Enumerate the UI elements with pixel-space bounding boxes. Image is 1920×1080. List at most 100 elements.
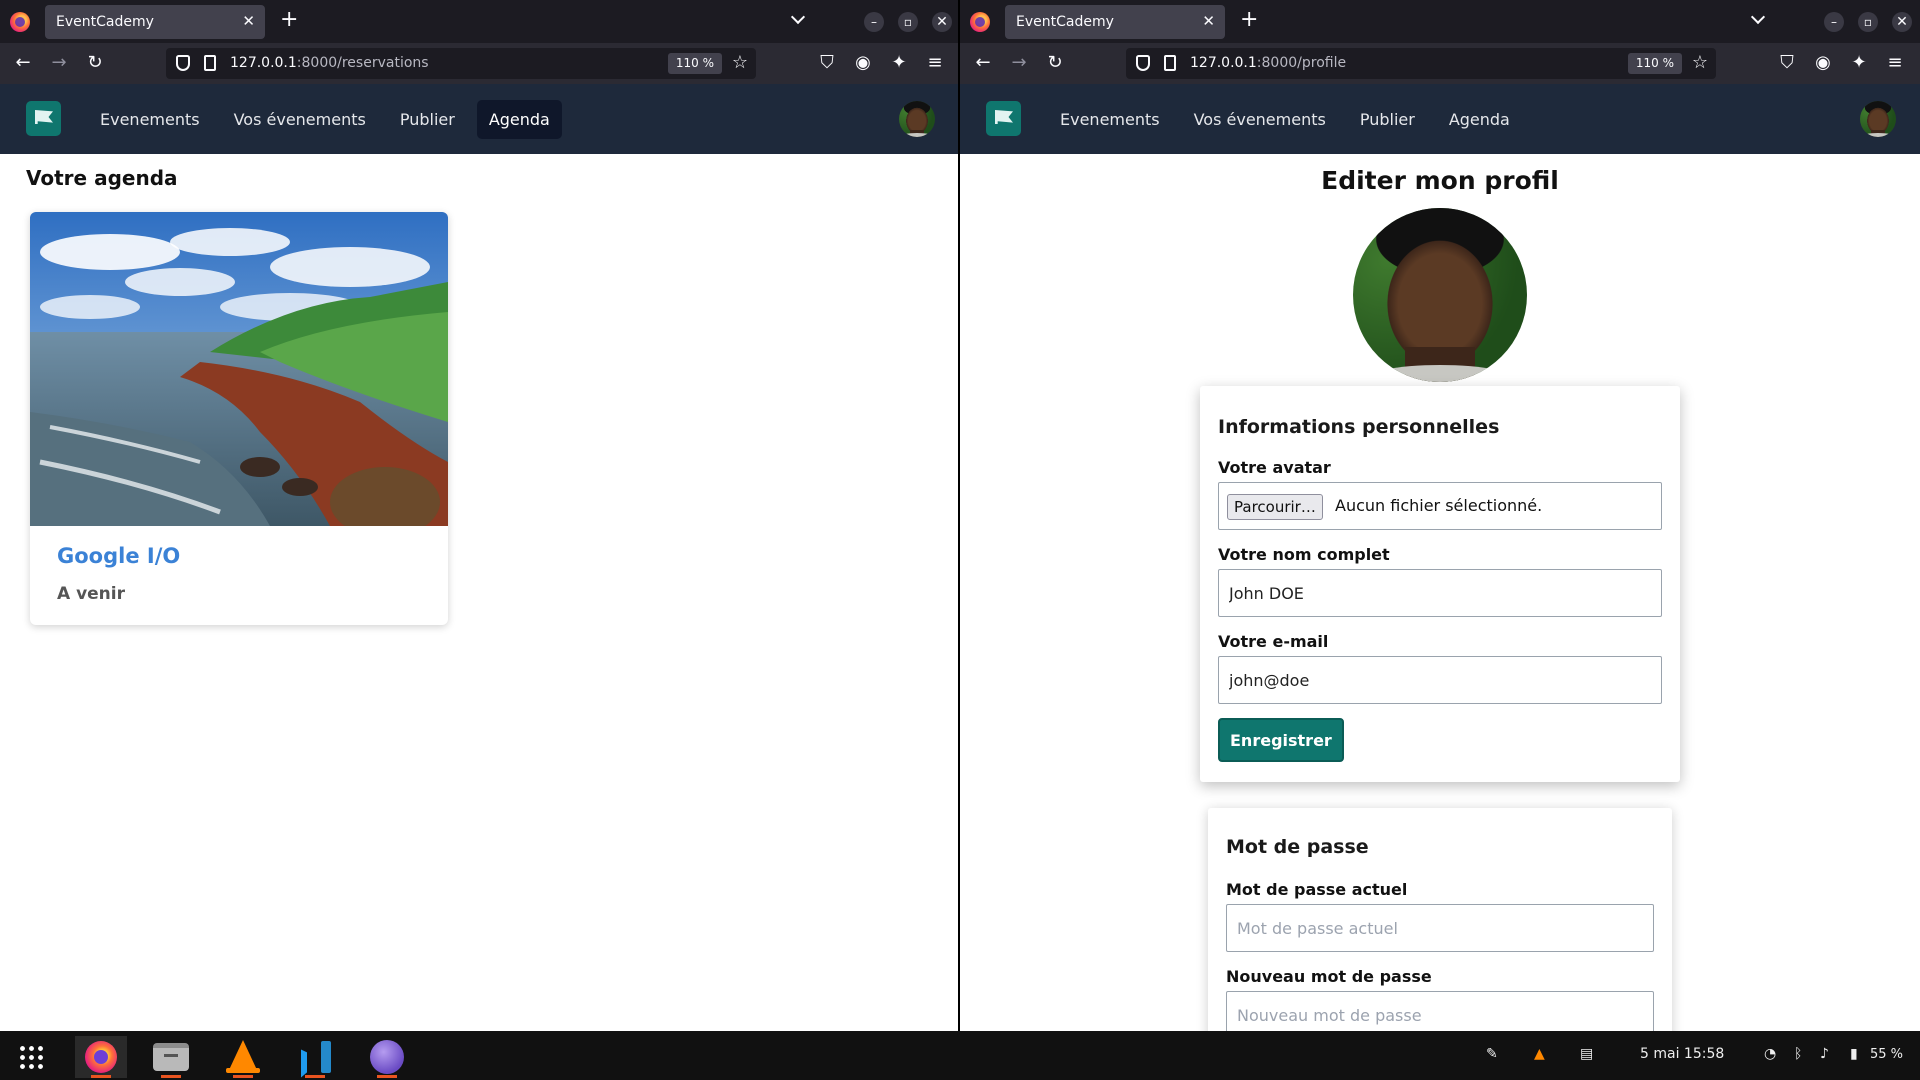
browser-tab[interactable]: EventCademy ✕ bbox=[1005, 5, 1225, 39]
nav-link-agenda[interactable]: Agenda bbox=[1437, 100, 1522, 139]
event-title-link[interactable]: Google I/O bbox=[57, 544, 180, 568]
browser-tab[interactable]: EventCademy ✕ bbox=[45, 5, 265, 39]
pocket-icon[interactable]: ⛉ bbox=[816, 52, 838, 74]
back-icon[interactable]: ← bbox=[12, 52, 34, 74]
new-password-field[interactable] bbox=[1226, 991, 1654, 1031]
menu-icon[interactable]: ≡ bbox=[1884, 52, 1906, 74]
bookmark-star-icon[interactable]: ☆ bbox=[732, 52, 748, 73]
url-path: :8000/reservations bbox=[296, 55, 429, 71]
dock-vscode[interactable] bbox=[289, 1036, 341, 1078]
brand-logo[interactable] bbox=[26, 101, 61, 136]
password-card: Mot de passe Mot de passe actuel Nouveau… bbox=[1208, 808, 1672, 1031]
close-tab-icon[interactable]: ✕ bbox=[1202, 12, 1215, 30]
page-icon[interactable] bbox=[204, 55, 216, 71]
nav-link-vos-evenements[interactable]: Vos évenements bbox=[1182, 100, 1338, 139]
close-window-icon[interactable]: ✕ bbox=[932, 12, 952, 32]
url-bar[interactable]: 127.0.0.1:8000/reservations 110 % ☆ bbox=[166, 48, 756, 79]
maximize-icon[interactable]: ▫ bbox=[898, 12, 918, 32]
left-browser-window: EventCademy ✕ + – ▫ ✕ ← → ↻ 127.0.0.1:80… bbox=[0, 0, 959, 1031]
email-label: Votre e-mail bbox=[1218, 632, 1329, 651]
reload-icon[interactable]: ↻ bbox=[84, 52, 106, 74]
account-icon[interactable]: ◉ bbox=[1812, 52, 1834, 74]
nav-links: Evenements Vos évenements Publier Agenda bbox=[1048, 100, 1522, 139]
site-navbar: Evenements Vos évenements Publier Agenda bbox=[960, 84, 1920, 154]
extensions-icon[interactable]: ✦ bbox=[1848, 52, 1870, 74]
taskbar: ✎ ▲ ▤ 5 mai 15:58 ◔ ᛒ ♪ ▮ 55 % bbox=[0, 1031, 1920, 1080]
wifi-icon[interactable]: ◔ bbox=[1764, 1046, 1776, 1062]
vscode-icon bbox=[301, 1041, 331, 1073]
clock[interactable]: 5 mai 15:58 bbox=[1640, 1046, 1724, 1062]
shield-icon[interactable] bbox=[176, 55, 190, 71]
reload-icon[interactable]: ↻ bbox=[1044, 52, 1066, 74]
url-bar[interactable]: 127.0.0.1:8000/profile 110 % ☆ bbox=[1126, 48, 1716, 79]
url-host: 127.0.0.1 bbox=[230, 55, 297, 71]
battery-icon[interactable]: ▮ bbox=[1850, 1046, 1858, 1062]
chevron-down-icon[interactable] bbox=[1750, 10, 1766, 26]
volume-icon[interactable]: ♪ bbox=[1820, 1046, 1829, 1062]
dock-files[interactable] bbox=[145, 1036, 197, 1078]
url-text[interactable]: 127.0.0.1:8000/profile bbox=[1190, 55, 1346, 71]
page-icon[interactable] bbox=[1164, 55, 1176, 71]
chevron-down-icon[interactable] bbox=[790, 10, 806, 26]
nav-links: Evenements Vos évenements Publier Agenda bbox=[88, 100, 562, 139]
browse-button[interactable]: Parcourir… bbox=[1227, 494, 1323, 520]
avatar[interactable] bbox=[899, 101, 935, 137]
shield-icon[interactable] bbox=[1136, 55, 1150, 71]
avatar-file-input[interactable]: Parcourir… Aucun fichier sélectionné. bbox=[1218, 482, 1662, 530]
minimize-icon[interactable]: – bbox=[1824, 12, 1844, 32]
maximize-icon[interactable]: ▫ bbox=[1858, 12, 1878, 32]
back-icon[interactable]: ← bbox=[972, 52, 994, 74]
tab-title: EventCademy bbox=[1016, 14, 1114, 30]
firefox-icon bbox=[970, 12, 990, 32]
dock-firefox[interactable] bbox=[75, 1036, 127, 1078]
event-card[interactable]: Google I/O A venir bbox=[30, 212, 448, 625]
zoom-indicator[interactable]: 110 % bbox=[667, 53, 722, 74]
forward-icon[interactable]: → bbox=[48, 52, 70, 74]
menu-icon[interactable]: ≡ bbox=[924, 52, 946, 74]
nav-link-evenements[interactable]: Evenements bbox=[88, 100, 212, 139]
new-tab-icon[interactable]: + bbox=[1240, 8, 1258, 32]
nav-toolbar: ← → ↻ 127.0.0.1:8000/reservations 110 % … bbox=[0, 43, 959, 84]
current-password-label: Mot de passe actuel bbox=[1226, 880, 1408, 899]
name-field[interactable] bbox=[1218, 569, 1662, 617]
nav-link-publier[interactable]: Publier bbox=[388, 100, 467, 139]
account-icon[interactable]: ◉ bbox=[852, 52, 874, 74]
new-tab-icon[interactable]: + bbox=[280, 8, 298, 32]
dock-navigator[interactable] bbox=[361, 1036, 413, 1078]
close-tab-icon[interactable]: ✕ bbox=[242, 12, 255, 30]
avatar-label: Votre avatar bbox=[1218, 458, 1331, 477]
url-host: 127.0.0.1 bbox=[1190, 55, 1257, 71]
nav-toolbar: ← → ↻ 127.0.0.1:8000/profile 110 % ☆ ⛉ ◉… bbox=[960, 43, 1920, 84]
site-navbar: Evenements Vos évenements Publier Agenda bbox=[0, 84, 959, 154]
current-password-field[interactable] bbox=[1226, 904, 1654, 952]
brand-logo[interactable] bbox=[986, 101, 1021, 136]
clipboard-icon[interactable]: ▤ bbox=[1580, 1046, 1593, 1062]
nav-link-publier[interactable]: Publier bbox=[1348, 100, 1427, 139]
firefox-icon bbox=[85, 1041, 117, 1073]
bluetooth-icon[interactable]: ᛒ bbox=[1794, 1046, 1802, 1062]
nav-link-agenda[interactable]: Agenda bbox=[476, 100, 562, 139]
forward-icon[interactable]: → bbox=[1008, 52, 1030, 74]
dock-vlc[interactable] bbox=[217, 1036, 269, 1078]
extensions-icon[interactable]: ✦ bbox=[888, 52, 910, 74]
pen-icon[interactable]: ✎ bbox=[1486, 1046, 1498, 1062]
avatar[interactable] bbox=[1860, 101, 1896, 137]
close-window-icon[interactable]: ✕ bbox=[1892, 12, 1912, 32]
vlc-tray-icon[interactable]: ▲ bbox=[1534, 1046, 1545, 1062]
right-browser-window: EventCademy ✕ + – ▫ ✕ ← → ↻ 127.0.0.1:80… bbox=[960, 0, 1920, 1031]
bookmark-star-icon[interactable]: ☆ bbox=[1692, 52, 1708, 73]
event-image bbox=[30, 212, 448, 526]
pocket-icon[interactable]: ⛉ bbox=[1776, 52, 1798, 74]
minimize-icon[interactable]: – bbox=[864, 12, 884, 32]
event-status: A venir bbox=[57, 584, 125, 604]
email-field[interactable] bbox=[1218, 656, 1662, 704]
zoom-indicator[interactable]: 110 % bbox=[1627, 53, 1682, 74]
navigator-icon bbox=[370, 1040, 404, 1074]
show-apps-icon[interactable] bbox=[18, 1044, 44, 1070]
url-text[interactable]: 127.0.0.1:8000/reservations bbox=[230, 55, 429, 71]
save-button[interactable]: Enregistrer bbox=[1218, 718, 1344, 762]
personal-info-card: Informations personnelles Votre avatar P… bbox=[1200, 386, 1680, 782]
nav-link-evenements[interactable]: Evenements bbox=[1048, 100, 1172, 139]
nav-link-vos-evenements[interactable]: Vos évenements bbox=[222, 100, 378, 139]
new-password-label: Nouveau mot de passe bbox=[1226, 967, 1432, 986]
